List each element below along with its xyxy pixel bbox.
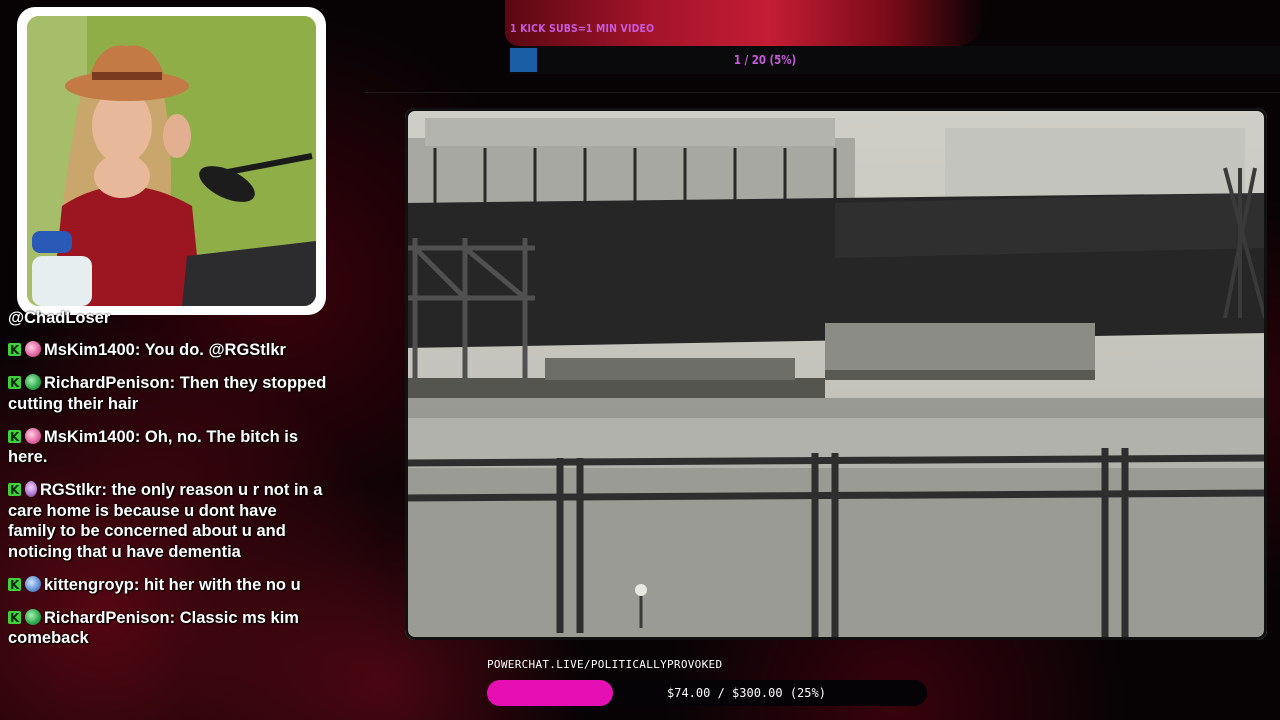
user-badge-icon (25, 481, 37, 497)
chat-message: RichardPenison: Classic ms kim comeback (8, 608, 328, 649)
chat-message: RGStlkr: the only reason u r not in a ca… (8, 480, 328, 562)
chat-text: You do. @RGStlkr (144, 341, 286, 359)
user-badge-icon (25, 427, 41, 444)
video-frame-image (405, 108, 1267, 640)
chat-message-partial: @ChadLoser (8, 309, 111, 327)
user-badge-icon (25, 575, 41, 592)
kick-icon (8, 608, 21, 628)
kick-icon (8, 575, 21, 595)
chat-username[interactable]: RichardPenison (44, 609, 170, 627)
user-badge-icon (25, 341, 41, 357)
chat-panel: @ChadLoser MsKim1400: You do. @RGStlkr R… (8, 308, 328, 661)
kick-icon (8, 340, 21, 361)
subs-goal-fill (510, 48, 537, 72)
user-badge-icon (25, 374, 41, 390)
subs-goal-bar: 1 / 20 (5%) (510, 46, 1280, 74)
divider (365, 92, 1280, 93)
video-player[interactable] (405, 108, 1267, 640)
kick-icon (8, 427, 21, 447)
kick-icon (8, 373, 21, 394)
chat-text: hit her with the no u (143, 575, 301, 594)
chat-username[interactable]: RGStlkr (40, 481, 101, 499)
kick-icon (8, 480, 21, 501)
chat-username[interactable]: kittengroyp (44, 576, 134, 594)
chat-message: MsKim1400: You do. @RGStlkr (8, 340, 328, 361)
chat-username[interactable]: MsKim1400 (44, 341, 135, 359)
webcam-image (27, 16, 316, 306)
webcam-feed (27, 16, 316, 306)
donation-goal-fill (487, 680, 613, 706)
chat-message: kittengroyp: hit her with the no u (8, 575, 328, 595)
donation-goal-text: $74.00 / $300.00 (25%) (667, 686, 826, 700)
subs-goal-progress-text: 1 / 20 (5%) (733, 53, 797, 67)
user-badge-icon (25, 608, 41, 625)
chat-username[interactable]: MsKim1400 (44, 428, 135, 446)
chat-username[interactable]: RichardPenison (44, 374, 170, 392)
donation-goal-bar: $74.00 / $300.00 (25%) (487, 680, 927, 706)
subs-goal-title: 1 KICK SUBS=1 MIN VIDEO (510, 22, 655, 35)
webcam-frame (17, 7, 326, 315)
donation-goal-label[interactable]: POWERCHAT.LIVE/POLITICALLYPROVOKED (487, 658, 722, 671)
chat-message: RichardPenison: Then they stopped cuttin… (8, 373, 328, 414)
chat-message: MsKim1400: Oh, no. The bitch is here. (8, 427, 328, 468)
